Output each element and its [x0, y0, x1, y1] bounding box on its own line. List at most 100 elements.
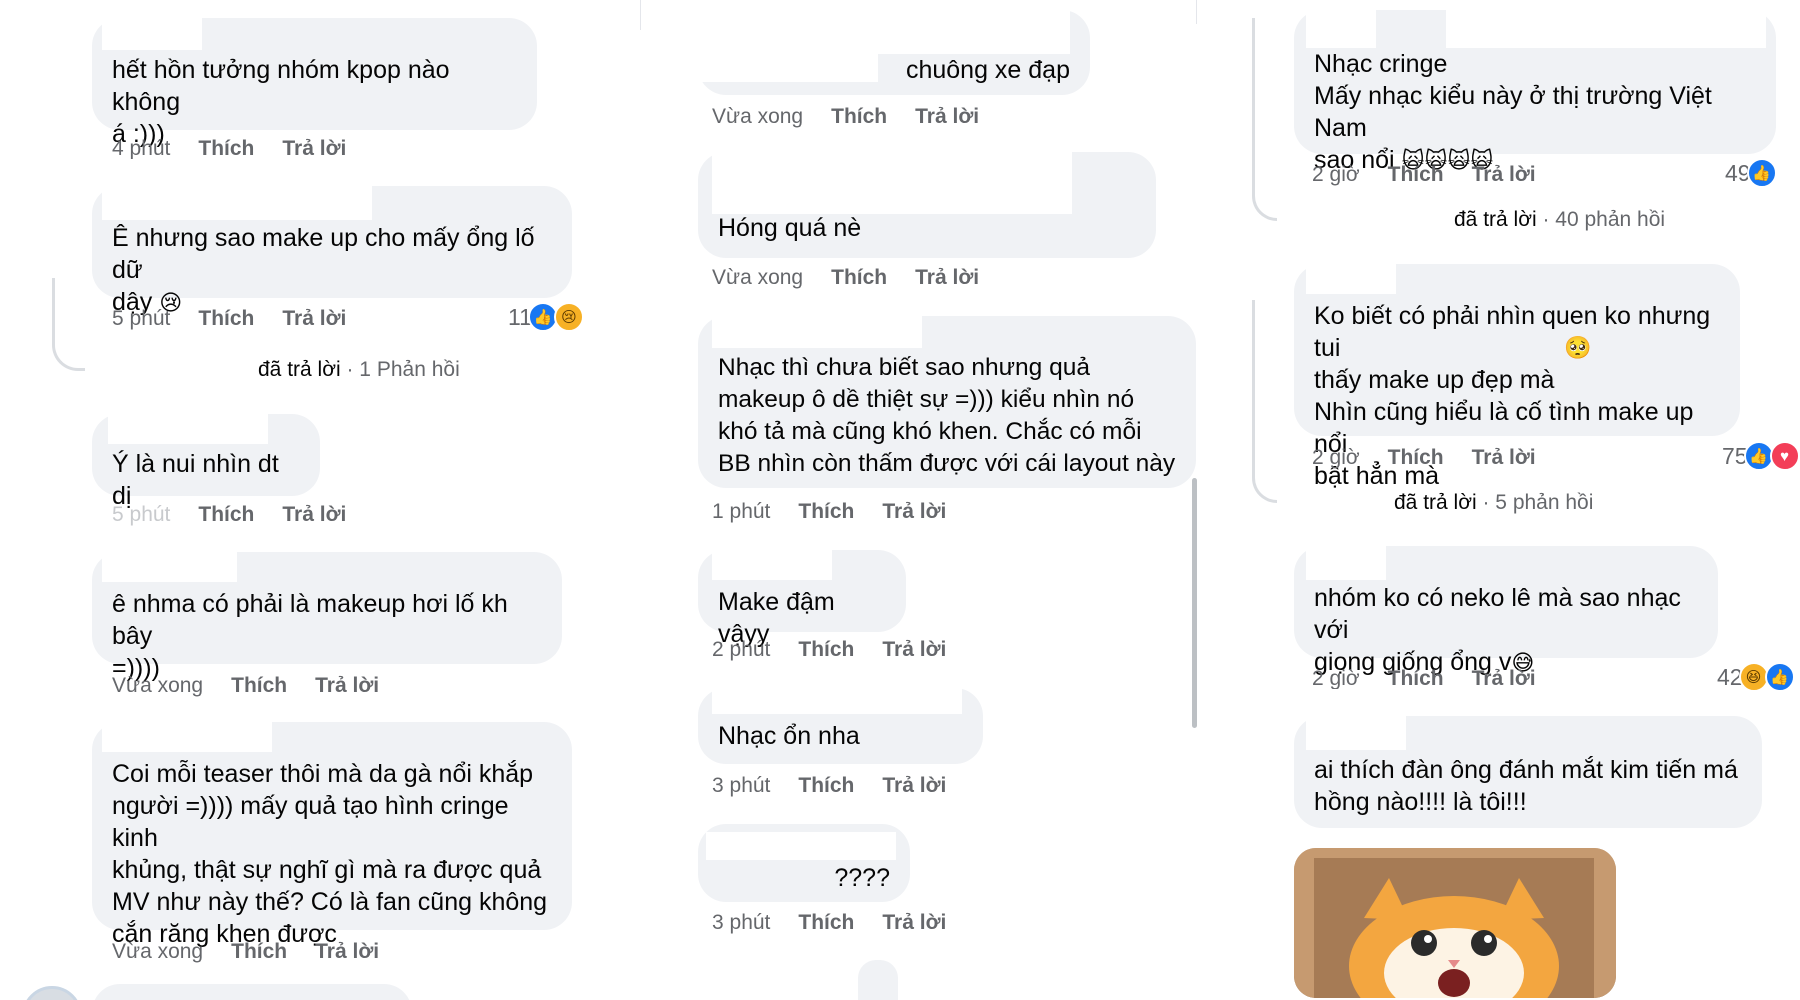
like-button[interactable]: Thích: [1388, 163, 1444, 187]
comment-time: Vừa xong: [112, 674, 204, 697]
reply-button[interactable]: Trả lời: [282, 503, 346, 527]
redaction-mask: [712, 684, 962, 714]
reply-button[interactable]: Trả lời: [315, 940, 379, 964]
redaction-mask: [706, 832, 896, 860]
comment-text: Hóng quá nè: [718, 214, 862, 242]
comment-text: Ê nhưng sao make up cho mấy ổng lố dữ dậ…: [112, 222, 552, 319]
redaction-mask: [712, 312, 922, 348]
avatar[interactable]: [22, 986, 82, 1000]
comment-actions: 3 phút Thích Trả lời: [712, 774, 946, 798]
comment-time: 2 giờ: [1312, 667, 1360, 689]
comment-text: Coi mỗi teaser thôi mà da gà nổi khắp ng…: [112, 760, 548, 948]
comment-text: ????: [834, 864, 890, 892]
comment-time: 2 phút: [712, 638, 771, 661]
comment-text: Nhạc cringe Mấy nhạc kiểu này ở thị trườ…: [1314, 48, 1756, 177]
like-button[interactable]: Thích: [198, 503, 254, 527]
comment-text: nhóm ko có neko lê mà sao nhạc với giọng…: [1314, 582, 1698, 679]
like-button[interactable]: Thích: [1388, 667, 1444, 689]
like-button[interactable]: Thích: [798, 500, 854, 524]
reply-button[interactable]: Trả lời: [915, 105, 979, 129]
redaction-mask: [698, 10, 878, 82]
comment-bubble: Coi mỗi teaser thôi mà da gà nổi khắp ng…: [92, 722, 572, 948]
redaction-mask: [1306, 710, 1406, 750]
cat-illustration: [1294, 848, 1616, 998]
comments-column-right: Nhạc cringe Mấy nhạc kiểu này ở thị trườ…: [1250, 0, 1800, 1000]
scrollbar[interactable]: [1192, 478, 1197, 728]
like-button[interactable]: Thích: [831, 105, 887, 129]
like-button[interactable]: Thích: [231, 674, 287, 698]
view-replies-link[interactable]: đã trả lời · 1 Phản hồi: [258, 358, 460, 382]
comment-bubble: [858, 960, 898, 1000]
redaction-mask: [102, 0, 202, 50]
comment-actions: Vừa xong Thích Trả lời: [712, 266, 979, 290]
column-divider: [1196, 0, 1197, 24]
reaction-summary[interactable]: 11 👍 😢: [508, 302, 584, 332]
redaction-mask: [1306, 0, 1376, 48]
comment-time: 2 giờ: [1312, 446, 1360, 469]
reply-button[interactable]: Trả lời: [882, 638, 946, 662]
comment-time: 5 phút: [112, 503, 171, 526]
redaction-mask: [1306, 540, 1386, 580]
comment-text: Nhạc thì chưa biết sao nhưng quả makeup …: [718, 354, 1176, 477]
redaction-mask: [102, 716, 272, 752]
comment-time: Vừa xong: [112, 940, 204, 963]
thread-connector: [52, 278, 85, 371]
thread-connector: [1252, 18, 1277, 221]
redaction-mask: [102, 180, 372, 220]
like-button[interactable]: Thích: [831, 266, 887, 290]
like-button[interactable]: Thích: [231, 940, 287, 964]
thread-connector: [1252, 300, 1277, 503]
reply-button[interactable]: Trả lời: [1472, 163, 1536, 187]
reply-button[interactable]: Trả lời: [315, 674, 379, 698]
comment-time: Vừa xong: [712, 266, 804, 289]
reply-button[interactable]: Trả lời: [282, 307, 346, 331]
view-replies-link[interactable]: đã trả lời · 5 phản hồi: [1394, 491, 1593, 515]
reply-button[interactable]: Trả lời: [882, 500, 946, 524]
comments-column-middle: chuông xe đạp Vừa xong Thích Trả lời Hón…: [690, 0, 1210, 1000]
replies-count: · 40 phản hồi: [1542, 208, 1666, 231]
comment-actions: 2 phút Thích Trả lời: [712, 638, 946, 662]
like-icon: 👍: [1764, 662, 1795, 692]
comment-actions: 5 phút Thích Trả lời: [112, 307, 346, 331]
reply-button[interactable]: Trả lời: [1472, 667, 1536, 689]
replies-prefix: đã trả lời: [1394, 491, 1477, 514]
like-button[interactable]: Thích: [798, 638, 854, 662]
redaction-mask: [1446, 0, 1766, 48]
comment-time: 5 phút: [112, 307, 171, 330]
comment-text: Nhạc ổn nha: [718, 722, 860, 750]
sad-icon: 😢: [553, 302, 584, 332]
reaction-summary[interactable]: 49 👍: [1725, 158, 1777, 188]
comment-actions: 2 giờ Thích Trả lời: [1312, 667, 1536, 689]
reaction-summary[interactable]: 75 👍 ♥: [1722, 441, 1800, 471]
replies-prefix: đã trả lời: [1454, 208, 1537, 231]
like-button[interactable]: Thích: [1388, 446, 1444, 470]
comment-time: 3 phút: [712, 774, 771, 797]
like-button[interactable]: Thích: [798, 774, 854, 798]
reply-button[interactable]: Trả lời: [882, 911, 946, 935]
comment-time: 4 phút: [112, 137, 171, 159]
like-button[interactable]: Thích: [198, 307, 254, 331]
reaction-summary[interactable]: 42 😆 👍: [1717, 662, 1795, 692]
comment-actions: 2 giờ Thích Trả lời: [1312, 163, 1536, 187]
comment-text: ai thích đàn ông đánh mắt kim tiến má hồ…: [1314, 756, 1738, 816]
comment-actions: Vừa xong Thích Trả lời: [112, 674, 379, 698]
reply-button[interactable]: Trả lời: [282, 137, 346, 159]
reply-button[interactable]: Trả lời: [882, 774, 946, 798]
reply-button[interactable]: Trả lời: [1472, 446, 1536, 470]
view-replies-link[interactable]: đã trả lời · 40 phản hồi: [1454, 208, 1665, 232]
comment-actions: Vừa xong Thích Trả lời: [112, 940, 379, 964]
redaction-mask: [1306, 258, 1396, 294]
comment-time: 2 giờ: [1312, 163, 1360, 186]
comment-time: Vừa xong: [712, 105, 804, 128]
like-icon: 👍: [1746, 158, 1777, 188]
pleading-face-icon: 🥺: [1564, 335, 1592, 360]
reply-button[interactable]: Trả lời: [915, 266, 979, 290]
comment-text-content: Nhạc cringe Mấy nhạc kiểu này ở thị trườ…: [1314, 50, 1712, 174]
replies-prefix: đã trả lời: [258, 358, 341, 381]
like-button[interactable]: Thích: [798, 911, 854, 935]
redaction-mask: [102, 546, 237, 582]
like-button[interactable]: Thích: [198, 137, 254, 159]
comment-text: ê nhma có phải là makeup hơi lố kh bây =…: [112, 590, 508, 682]
cat-photo[interactable]: [1294, 848, 1616, 998]
redaction-mask: [108, 408, 268, 444]
